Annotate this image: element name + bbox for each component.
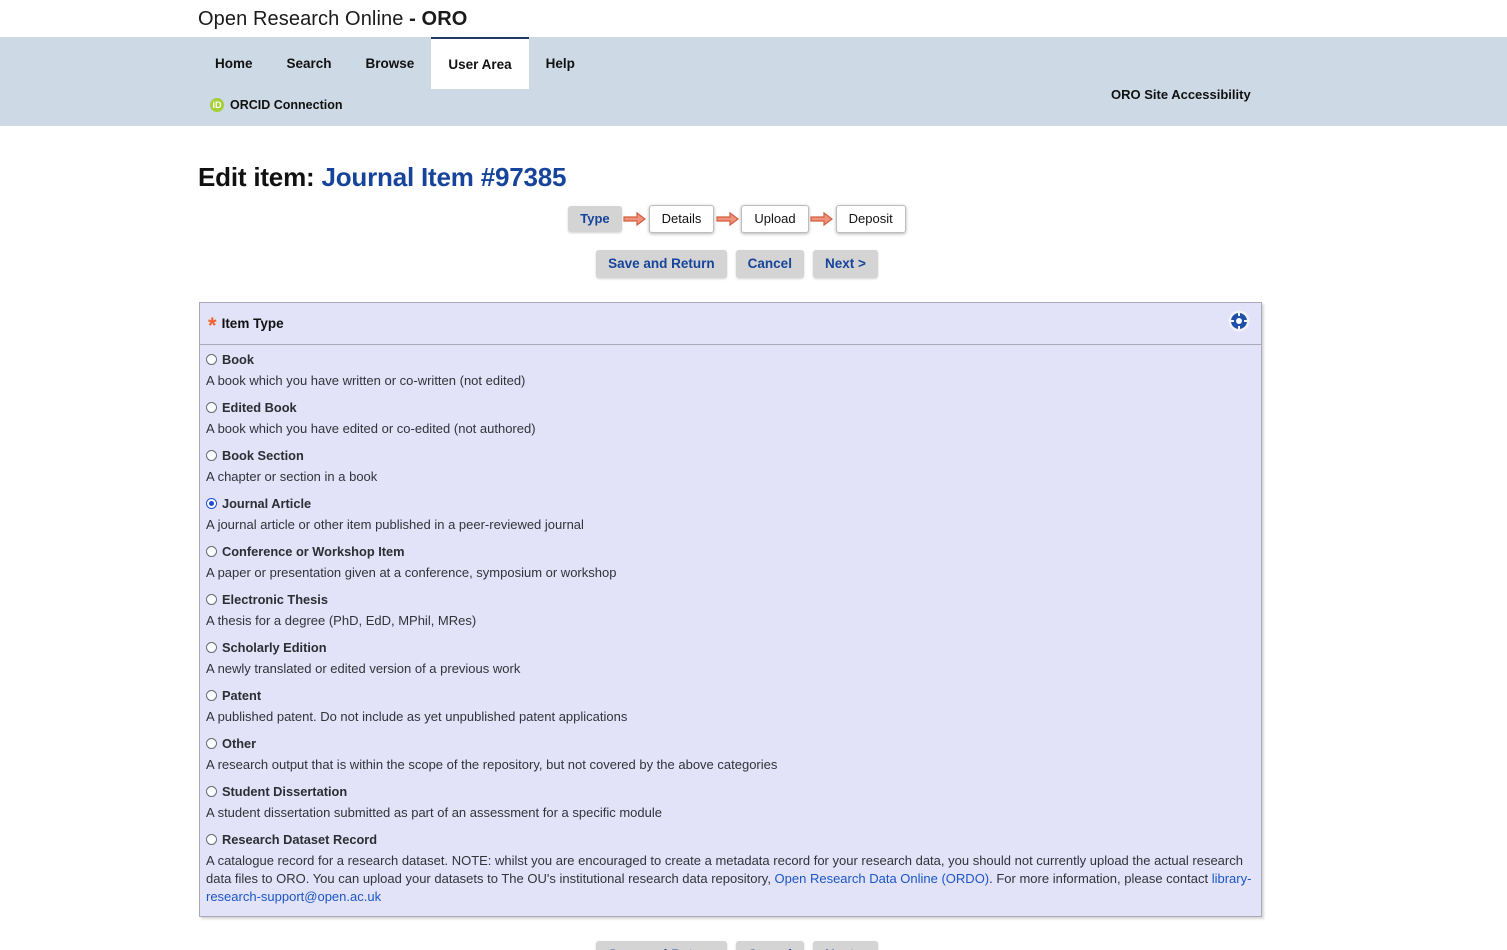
option-description: A paper or presentation given at a confe… bbox=[206, 565, 617, 580]
required-asterisk-icon: * bbox=[208, 312, 217, 338]
arrow-right-icon-2 bbox=[714, 208, 741, 230]
option-description: A thesis for a degree (PhD, EdD, MPhil, … bbox=[206, 613, 477, 628]
nav-label: Browse bbox=[365, 55, 415, 71]
option-description: A journal article or other item publishe… bbox=[206, 517, 584, 532]
step-type: Type bbox=[568, 206, 622, 232]
navigation-band: Home Search Browse User Area Help ORO Si… bbox=[0, 37, 1507, 126]
cancel-button-top[interactable]: Cancel bbox=[735, 250, 804, 278]
radio-scholarly-edition[interactable] bbox=[206, 642, 217, 653]
page-title: Edit item: Journal Item #97385 bbox=[198, 162, 1507, 193]
ordo-link[interactable]: Open Research Data Online (ORDO) bbox=[775, 871, 990, 886]
edit-item-link[interactable]: Journal Item #97385 bbox=[321, 162, 566, 192]
main-nav: Home Search Browse User Area Help bbox=[0, 37, 1507, 89]
action-buttons-bottom: Save and Return Cancel Next > bbox=[0, 941, 1276, 950]
option-description: A chapter or section in a book bbox=[206, 469, 378, 484]
page-title-prefix: Edit item: bbox=[198, 162, 315, 192]
nav-label: Home bbox=[215, 55, 253, 71]
option-label: Scholarly Edition bbox=[222, 640, 327, 655]
help-lifering-icon[interactable] bbox=[1228, 310, 1250, 332]
next-button-top[interactable]: Next > bbox=[812, 250, 878, 278]
item-type-option-book-section[interactable]: Book Section bbox=[206, 448, 1255, 464]
option-description: A student dissertation submitted as part… bbox=[206, 805, 662, 820]
item-type-option-book[interactable]: Book bbox=[206, 352, 1255, 368]
option-label: Conference or Workshop Item bbox=[222, 544, 405, 559]
step-upload[interactable]: Upload bbox=[741, 205, 809, 233]
item-type-option-research-dataset-record[interactable]: Research Dataset Record bbox=[206, 832, 1255, 848]
item-type-panel: * Item Type Book A book which you have w… bbox=[199, 302, 1262, 917]
option-label: Edited Book bbox=[222, 400, 297, 415]
nav-item-search[interactable]: Search bbox=[270, 37, 349, 89]
research-dataset-description: A catalogue record for a research datase… bbox=[206, 852, 1255, 906]
cancel-button-bottom[interactable]: Cancel bbox=[735, 941, 804, 950]
option-description: A book which you have edited or co-edite… bbox=[206, 421, 536, 436]
workflow-breadcrumb: Type Details Upload Deposit bbox=[0, 205, 1276, 233]
option-label: Book Section bbox=[222, 448, 304, 463]
option-label: Research Dataset Record bbox=[222, 832, 378, 847]
option-description: A research output that is within the sco… bbox=[206, 757, 778, 772]
site-title-plain: Open Research Online bbox=[198, 8, 404, 30]
radio-edited-book[interactable] bbox=[206, 402, 217, 413]
option-description: A published patent. Do not include as ye… bbox=[206, 709, 628, 724]
arrow-right-icon-1 bbox=[622, 208, 649, 230]
item-type-option-conference-or-workshop-item[interactable]: Conference or Workshop Item bbox=[206, 544, 1255, 560]
item-type-panel-header: * Item Type bbox=[200, 303, 1261, 345]
radio-patent[interactable] bbox=[206, 690, 217, 701]
orcid-connection-label: ORCID Connection bbox=[230, 98, 343, 112]
item-type-options: Book A book which you have written or co… bbox=[200, 345, 1261, 916]
item-type-option-student-dissertation[interactable]: Student Dissertation bbox=[206, 784, 1255, 800]
nav-item-help[interactable]: Help bbox=[529, 37, 592, 89]
site-title: Open Research Online - ORO bbox=[0, 0, 1507, 37]
radio-conference-or-workshop-item[interactable] bbox=[206, 546, 217, 557]
option-label: Journal Article bbox=[222, 496, 312, 511]
item-type-panel-title: Item Type bbox=[221, 316, 284, 331]
item-type-option-other[interactable]: Other bbox=[206, 736, 1255, 752]
option-description: A book which you have written or co-writ… bbox=[206, 373, 526, 388]
dataset-desc-part2: . For more information, please contact bbox=[989, 871, 1212, 886]
nav-item-home[interactable]: Home bbox=[198, 37, 270, 89]
nav-label: User Area bbox=[448, 56, 512, 72]
nav-item-user-area[interactable]: User Area bbox=[431, 37, 529, 89]
radio-book-section[interactable] bbox=[206, 450, 217, 461]
step-details[interactable]: Details bbox=[648, 205, 715, 233]
option-label: Student Dissertation bbox=[222, 784, 348, 799]
oro-site-accessibility-link[interactable]: ORO Site Accessibility bbox=[1111, 87, 1251, 102]
nav-label: Search bbox=[286, 55, 332, 71]
option-label: Patent bbox=[222, 688, 262, 703]
arrow-right-icon-3 bbox=[809, 208, 836, 230]
item-type-option-scholarly-edition[interactable]: Scholarly Edition bbox=[206, 640, 1255, 656]
radio-book[interactable] bbox=[206, 354, 217, 365]
site-title-bold: - ORO bbox=[409, 8, 468, 30]
radio-student-dissertation[interactable] bbox=[206, 786, 217, 797]
item-type-option-journal-article[interactable]: Journal Article bbox=[206, 496, 1255, 512]
orcid-connection-link[interactable]: iD ORCID Connection bbox=[0, 98, 343, 112]
radio-other[interactable] bbox=[206, 738, 217, 749]
option-label: Electronic Thesis bbox=[222, 592, 328, 607]
orcid-id-icon: iD bbox=[210, 98, 224, 112]
radio-research-dataset-record[interactable] bbox=[206, 834, 217, 845]
nav-label: Help bbox=[545, 55, 575, 71]
item-type-option-edited-book[interactable]: Edited Book bbox=[206, 400, 1255, 416]
nav-item-browse[interactable]: Browse bbox=[349, 37, 432, 89]
radio-journal-article[interactable] bbox=[206, 498, 217, 509]
option-label: Book bbox=[222, 352, 254, 367]
save-and-return-button-bottom[interactable]: Save and Return bbox=[596, 941, 727, 950]
radio-electronic-thesis[interactable] bbox=[206, 594, 217, 605]
step-deposit[interactable]: Deposit bbox=[835, 205, 906, 233]
option-description: A newly translated or edited version of … bbox=[206, 661, 521, 676]
option-label: Other bbox=[222, 736, 257, 751]
action-buttons-top: Save and Return Cancel Next > bbox=[0, 250, 1276, 278]
save-and-return-button-top[interactable]: Save and Return bbox=[596, 250, 727, 278]
item-type-option-electronic-thesis[interactable]: Electronic Thesis bbox=[206, 592, 1255, 608]
next-button-bottom[interactable]: Next > bbox=[812, 941, 878, 950]
item-type-option-patent[interactable]: Patent bbox=[206, 688, 1255, 704]
